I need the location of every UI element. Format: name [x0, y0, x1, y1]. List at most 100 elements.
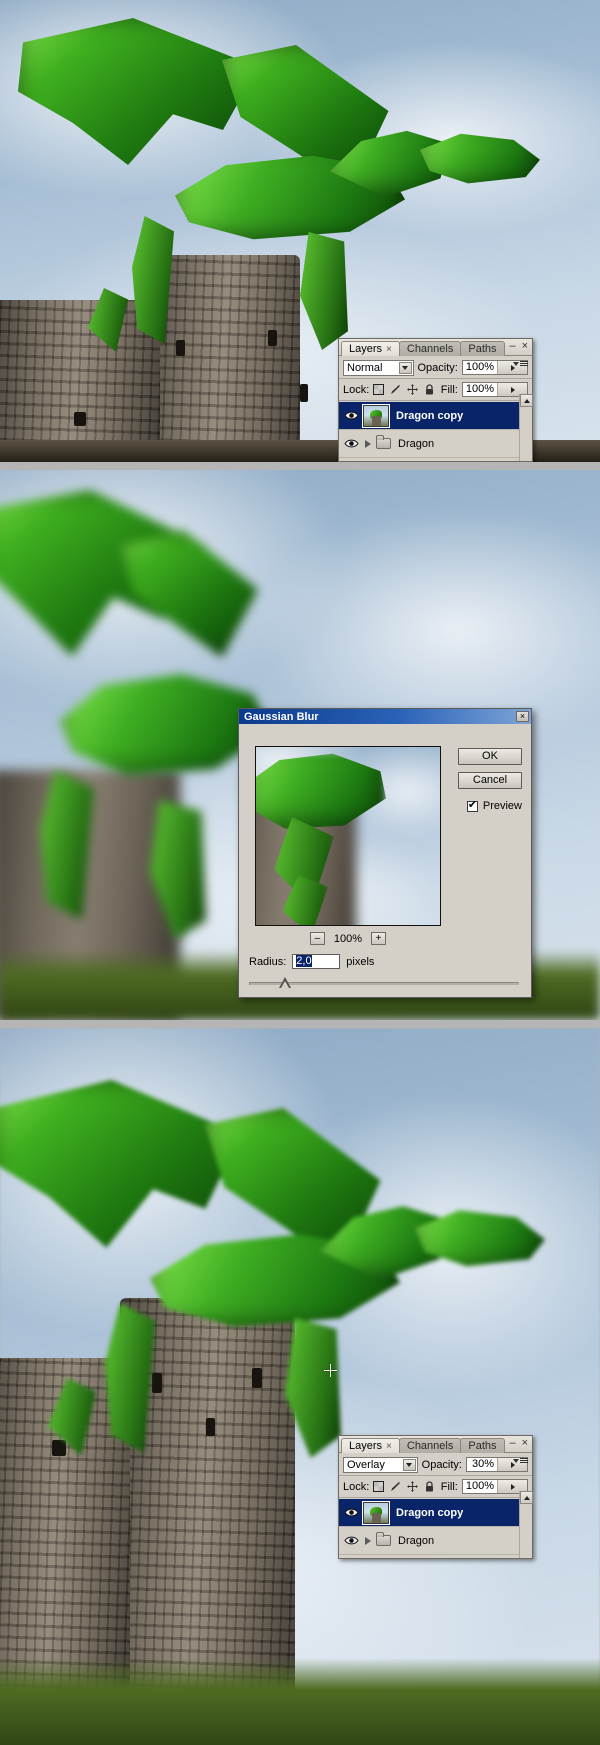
- ok-button[interactable]: OK: [458, 748, 522, 765]
- close-icon[interactable]: ×: [386, 1441, 392, 1452]
- blend-mode-value: Normal: [347, 361, 383, 374]
- panel-tab-bar: Layers × Channels Paths – ×: [339, 1436, 532, 1453]
- radius-slider[interactable]: [249, 977, 519, 989]
- screenshot-step-3: Layers × Channels Paths – × Overlay Opac…: [0, 1028, 600, 1745]
- radius-label: Radius:: [249, 955, 287, 968]
- transparency-lock-icon[interactable]: [373, 1481, 385, 1492]
- panel-scrollbar[interactable]: [519, 394, 533, 461]
- tab-channels[interactable]: Channels: [398, 1438, 462, 1453]
- panel-menu-icon[interactable]: [512, 1455, 528, 1466]
- tab-paths[interactable]: Paths: [460, 341, 505, 356]
- eye-icon[interactable]: [343, 1535, 359, 1546]
- divider: [339, 378, 532, 379]
- visibility-toggle[interactable]: [342, 1535, 360, 1546]
- eye-icon[interactable]: [343, 438, 359, 449]
- panel-scrollbar[interactable]: [519, 1491, 533, 1558]
- preview-checkbox-row[interactable]: Preview: [466, 799, 522, 812]
- radius-input[interactable]: 2,0: [292, 954, 341, 969]
- tower-window-3: [300, 384, 308, 402]
- visibility-toggle[interactable]: [342, 1507, 360, 1518]
- blend-mode-select[interactable]: Overlay: [343, 1456, 418, 1473]
- layer-name[interactable]: Dragon copy: [392, 410, 463, 422]
- panel-window-buttons[interactable]: – ×: [509, 340, 528, 352]
- minimize-icon[interactable]: –: [509, 340, 515, 352]
- blend-mode-select[interactable]: Normal: [343, 359, 414, 376]
- preview-zoom-controls[interactable]: – 100% +: [255, 932, 441, 945]
- blur-preview[interactable]: [255, 746, 441, 926]
- tab-paths[interactable]: Paths: [460, 1438, 505, 1453]
- panel-close-icon[interactable]: ×: [522, 340, 528, 352]
- radius-row[interactable]: Radius: 2,0 pixels: [249, 954, 374, 969]
- opacity-value: 30%: [471, 1458, 494, 1470]
- hamburger-icon: [520, 361, 528, 366]
- lock-label: Lock:: [343, 1480, 370, 1493]
- panel-tabs[interactable]: Layers × Channels Paths: [341, 341, 505, 356]
- disclosure-triangle-icon[interactable]: [365, 439, 371, 448]
- radius-units-label: pixels: [346, 955, 375, 968]
- panel-gap: [0, 1020, 600, 1028]
- brush-lock-icon[interactable]: [390, 1481, 401, 1492]
- blend-mode-value: Overlay: [347, 1458, 385, 1471]
- layers-panel-bottom[interactable]: Layers × Channels Paths – × Overlay Opac…: [338, 1435, 533, 1559]
- wall-window-1: [52, 1440, 66, 1456]
- slider-handle[interactable]: [279, 977, 291, 988]
- layer-row-dragon-copy[interactable]: Dragon copy: [339, 402, 532, 430]
- opacity-label: Opacity:: [417, 361, 458, 374]
- gaussian-blur-dialog[interactable]: Gaussian Blur × – 100% + OK Cancel Previ…: [238, 708, 532, 998]
- lock-icon-group[interactable]: [373, 1481, 435, 1492]
- panel-close-icon[interactable]: ×: [522, 1437, 528, 1449]
- all-lock-icon[interactable]: [424, 1481, 435, 1492]
- tab-layers[interactable]: Layers ×: [341, 1438, 400, 1453]
- chevron-down-icon[interactable]: [402, 1458, 416, 1471]
- blend-mode-row[interactable]: Overlay Opacity: 30%: [339, 1455, 532, 1474]
- scroll-up-button[interactable]: [520, 394, 533, 407]
- zoom-out-button[interactable]: –: [309, 932, 325, 945]
- eye-icon[interactable]: [343, 1507, 359, 1518]
- tab-layers-label: Layers: [349, 343, 383, 355]
- layer-row-dragon-copy[interactable]: Dragon copy: [339, 1499, 532, 1527]
- layer-thumbnail[interactable]: [362, 1500, 390, 1525]
- lock-row[interactable]: Lock: Fill: 100%: [339, 1477, 532, 1496]
- folder-icon: [376, 1532, 391, 1546]
- layer-name[interactable]: Dragon: [394, 438, 434, 450]
- dialog-body: – 100% + OK Cancel Preview Radius: 2,0 p…: [239, 724, 531, 988]
- radius-value: 2,0: [296, 955, 312, 967]
- chevron-down-icon[interactable]: [398, 361, 412, 374]
- lock-row[interactable]: Lock: Fill: 100%: [339, 380, 532, 399]
- scroll-up-button[interactable]: [520, 1491, 533, 1504]
- dialog-close-button[interactable]: ×: [516, 711, 529, 722]
- panel-window-buttons[interactable]: – ×: [509, 1437, 528, 1449]
- disclosure-triangle-icon[interactable]: [365, 1536, 371, 1545]
- move-lock-icon[interactable]: [407, 1481, 419, 1492]
- dialog-title-bar[interactable]: Gaussian Blur ×: [239, 709, 531, 724]
- chevron-down-icon: [513, 1458, 519, 1463]
- panel-menu-icon[interactable]: [512, 358, 528, 369]
- screenshot-step-1: Layers × Channels Paths – × Normal Opaci…: [0, 0, 600, 462]
- layer-name[interactable]: Dragon: [394, 1535, 434, 1547]
- layer-row-dragon-group[interactable]: Dragon: [339, 1527, 532, 1555]
- castle-tower: [150, 255, 300, 462]
- transparency-lock-icon[interactable]: [373, 384, 385, 395]
- all-lock-icon[interactable]: [424, 384, 435, 395]
- layer-name[interactable]: Dragon copy: [392, 1507, 463, 1519]
- tab-channels[interactable]: Channels: [398, 341, 462, 356]
- lock-icon-group[interactable]: [373, 384, 435, 395]
- move-lock-icon[interactable]: [407, 384, 419, 395]
- zoom-in-button[interactable]: +: [371, 932, 387, 945]
- layer-thumbnail[interactable]: [362, 403, 390, 428]
- visibility-toggle[interactable]: [342, 438, 360, 449]
- layers-panel-top[interactable]: Layers × Channels Paths – × Normal Opaci…: [338, 338, 533, 462]
- lock-label: Lock:: [343, 383, 370, 396]
- panel-tabs[interactable]: Layers × Channels Paths: [341, 1438, 505, 1453]
- close-icon[interactable]: ×: [386, 344, 392, 355]
- blend-mode-row[interactable]: Normal Opacity: 100%: [339, 358, 532, 377]
- cancel-button[interactable]: Cancel: [458, 772, 522, 789]
- brush-lock-icon[interactable]: [390, 384, 401, 395]
- minimize-icon[interactable]: –: [509, 1437, 515, 1449]
- tab-channels-label: Channels: [406, 1440, 454, 1452]
- layer-row-dragon-group[interactable]: Dragon: [339, 430, 532, 458]
- visibility-toggle[interactable]: [342, 410, 360, 421]
- eye-icon[interactable]: [343, 410, 359, 421]
- preview-checkbox[interactable]: [466, 799, 478, 812]
- tab-layers[interactable]: Layers ×: [341, 341, 400, 356]
